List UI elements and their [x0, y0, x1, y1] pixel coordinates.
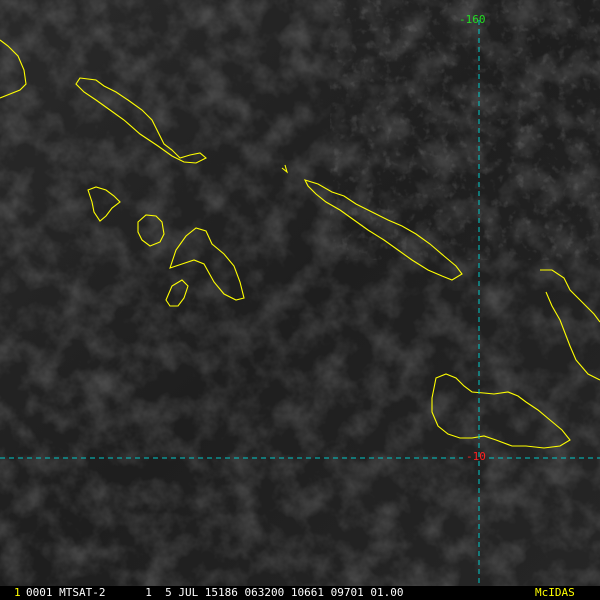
- satellite-image: [0, 0, 600, 600]
- frame-number: 1: [14, 586, 21, 599]
- longitude-label: -160: [459, 13, 486, 26]
- satellite-image-frame: -160 -10 1 0001 MTSAT-2 1 5 JUL 15186 06…: [0, 0, 600, 600]
- status-bar: 1 0001 MTSAT-2 1 5 JUL 15186 063200 1066…: [0, 586, 600, 600]
- latitude-label: -10: [466, 450, 486, 463]
- image-info-text: 0001 MTSAT-2 1 5 JUL 15186 063200 10661 …: [26, 586, 404, 599]
- cloud-texture-fine: [330, 0, 600, 260]
- brand-label: McIDAS: [535, 586, 575, 599]
